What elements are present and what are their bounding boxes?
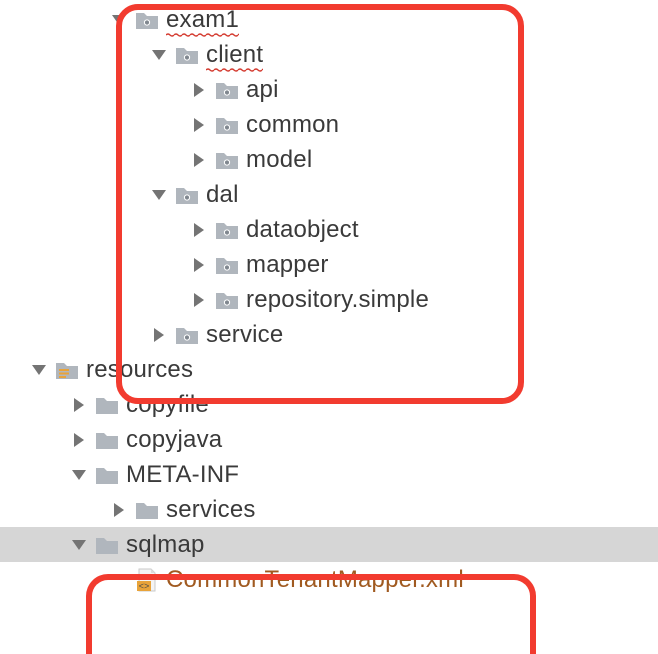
package-folder-icon [214, 112, 240, 138]
resources-folder-icon [54, 357, 80, 383]
tree-row-copyjava[interactable]: copyjava [0, 422, 658, 457]
package-folder-icon [174, 182, 200, 208]
package-folder-icon [214, 217, 240, 243]
tree-label: resources [86, 356, 193, 384]
tree-row-resources[interactable]: resources [0, 352, 658, 387]
chevron-right-icon[interactable] [188, 79, 210, 101]
folder-icon [94, 427, 120, 453]
package-folder-icon [214, 77, 240, 103]
tree-label: services [166, 496, 256, 524]
tree-label: client [206, 41, 263, 69]
tree-row-repository-simple[interactable]: repository.simple [0, 282, 658, 317]
tree-row-meta-inf[interactable]: META-INF [0, 457, 658, 492]
chevron-down-icon[interactable] [28, 359, 50, 381]
chevron-right-icon[interactable] [68, 429, 90, 451]
chevron-down-icon[interactable] [68, 464, 90, 486]
tree-label: sqlmap [126, 531, 205, 559]
folder-icon [134, 497, 160, 523]
package-folder-icon [214, 147, 240, 173]
package-folder-icon [174, 322, 200, 348]
tree-label: repository.simple [246, 286, 429, 314]
tree-label: mapper [246, 251, 329, 279]
chevron-down-icon[interactable] [108, 9, 130, 31]
chevron-right-icon[interactable] [108, 499, 130, 521]
tree-label: copyfile [126, 391, 209, 419]
chevron-right-icon[interactable] [188, 254, 210, 276]
tree-label: copyjava [126, 426, 222, 454]
xml-file-icon [134, 567, 160, 593]
chevron-right-icon[interactable] [148, 324, 170, 346]
tree-row-mapper[interactable]: mapper [0, 247, 658, 282]
tree-row-api[interactable]: api [0, 72, 658, 107]
tree-label: CommonTenantMapper.xml [166, 566, 464, 594]
chevron-down-icon[interactable] [148, 44, 170, 66]
tree-row-model[interactable]: model [0, 142, 658, 177]
tree-label: dal [206, 181, 239, 209]
chevron-right-icon[interactable] [68, 394, 90, 416]
chevron-down-icon[interactable] [148, 184, 170, 206]
tree-row-common[interactable]: common [0, 107, 658, 142]
chevron-right-icon[interactable] [188, 219, 210, 241]
package-folder-icon [134, 7, 160, 33]
chevron-right-icon[interactable] [188, 149, 210, 171]
tree-label: exam1 [166, 6, 239, 34]
folder-icon [94, 462, 120, 488]
tree-label: common [246, 111, 339, 139]
tree-row-services[interactable]: services [0, 492, 658, 527]
chevron-right-icon[interactable] [188, 114, 210, 136]
package-folder-icon [214, 252, 240, 278]
tree-row-dal[interactable]: dal [0, 177, 658, 212]
folder-icon [94, 392, 120, 418]
tree-label: api [246, 76, 279, 104]
package-folder-icon [214, 287, 240, 313]
tree-row-exam1[interactable]: exam1 [0, 2, 658, 37]
tree-row-client[interactable]: client [0, 37, 658, 72]
tree-row-sqlmap[interactable]: sqlmap [0, 527, 658, 562]
project-tree: exam1 client api common model dal [0, 0, 658, 597]
tree-row-mapper-file[interactable]: CommonTenantMapper.xml [0, 562, 658, 597]
tree-label: model [246, 146, 312, 174]
tree-row-copyfile[interactable]: copyfile [0, 387, 658, 422]
tree-row-service[interactable]: service [0, 317, 658, 352]
tree-label: dataobject [246, 216, 359, 244]
chevron-down-icon[interactable] [68, 534, 90, 556]
folder-icon [94, 532, 120, 558]
tree-label: service [206, 321, 283, 349]
tree-row-dataobject[interactable]: dataobject [0, 212, 658, 247]
tree-label: META-INF [126, 461, 239, 489]
chevron-right-icon[interactable] [188, 289, 210, 311]
package-folder-icon [174, 42, 200, 68]
